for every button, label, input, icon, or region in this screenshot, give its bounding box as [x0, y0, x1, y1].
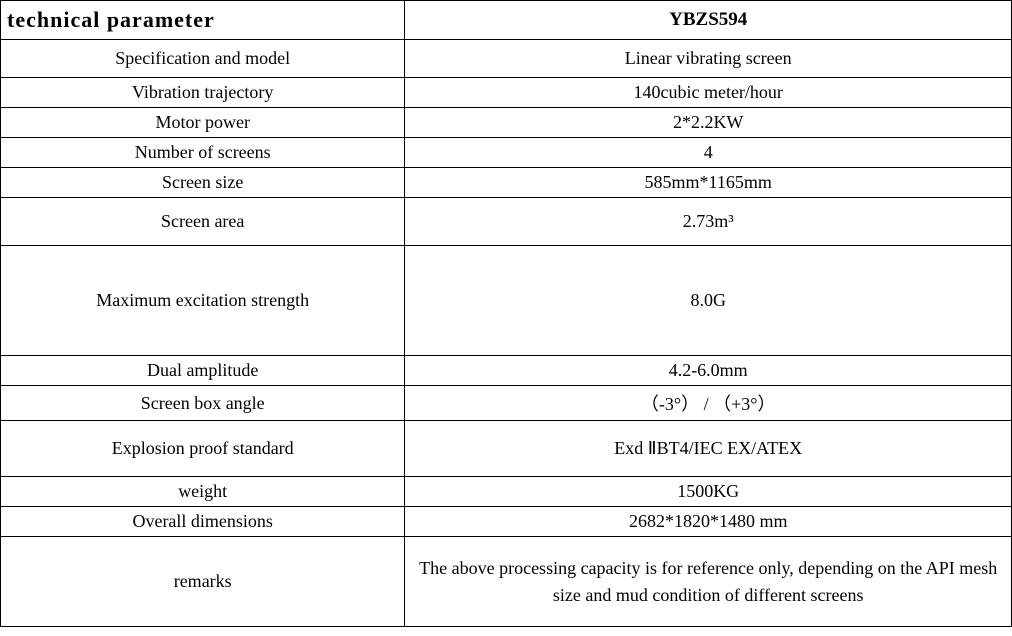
param-value: The above processing capacity is for ref… — [405, 537, 1012, 627]
param-label: Number of screens — [1, 138, 405, 168]
param-value: 8.0G — [405, 246, 1012, 356]
table-row: Screen size 585mm*1165mm — [1, 168, 1012, 198]
table-row: Motor power 2*2.2KW — [1, 108, 1012, 138]
table-row: Overall dimensions 2682*1820*1480 mm — [1, 507, 1012, 537]
param-value: 4 — [405, 138, 1012, 168]
table-row: Maximum excitation strength 8.0G — [1, 246, 1012, 356]
table-row: Vibration trajectory 140cubic meter/hour — [1, 78, 1012, 108]
param-label: Overall dimensions — [1, 507, 405, 537]
param-label: weight — [1, 477, 405, 507]
table-header-parameter: technical parameter — [1, 1, 405, 40]
param-label: Dual amplitude — [1, 356, 405, 386]
table-row: Screen box angle （-3°） / （+3°） — [1, 386, 1012, 421]
param-label: Specification and model — [1, 40, 405, 78]
param-value: 4.2-6.0mm — [405, 356, 1012, 386]
param-value: （-3°） / （+3°） — [405, 386, 1012, 421]
param-label: Maximum excitation strength — [1, 246, 405, 356]
table-row: Dual amplitude 4.2-6.0mm — [1, 356, 1012, 386]
table-row: Number of screens 4 — [1, 138, 1012, 168]
table-header-model: YBZS594 — [405, 1, 1012, 40]
param-label: Screen area — [1, 198, 405, 246]
table-row: Screen area 2.73m³ — [1, 198, 1012, 246]
table-row: Specification and model Linear vibrating… — [1, 40, 1012, 78]
param-value: Exd ⅡBT4/IEC EX/ATEX — [405, 421, 1012, 477]
technical-parameter-table: technical parameter YBZS594 Specificatio… — [0, 0, 1012, 627]
param-label: Explosion proof standard — [1, 421, 405, 477]
param-value: 2.73m³ — [405, 198, 1012, 246]
param-value: 1500KG — [405, 477, 1012, 507]
param-value: 140cubic meter/hour — [405, 78, 1012, 108]
table-row: remarks The above processing capacity is… — [1, 537, 1012, 627]
param-label: Screen box angle — [1, 386, 405, 421]
param-value: Linear vibrating screen — [405, 40, 1012, 78]
table-row: weight 1500KG — [1, 477, 1012, 507]
table-row: Explosion proof standard Exd ⅡBT4/IEC EX… — [1, 421, 1012, 477]
param-value: 2*2.2KW — [405, 108, 1012, 138]
param-label: Vibration trajectory — [1, 78, 405, 108]
param-value: 2682*1820*1480 mm — [405, 507, 1012, 537]
param-label: Motor power — [1, 108, 405, 138]
param-label: remarks — [1, 537, 405, 627]
param-label: Screen size — [1, 168, 405, 198]
param-value: 585mm*1165mm — [405, 168, 1012, 198]
